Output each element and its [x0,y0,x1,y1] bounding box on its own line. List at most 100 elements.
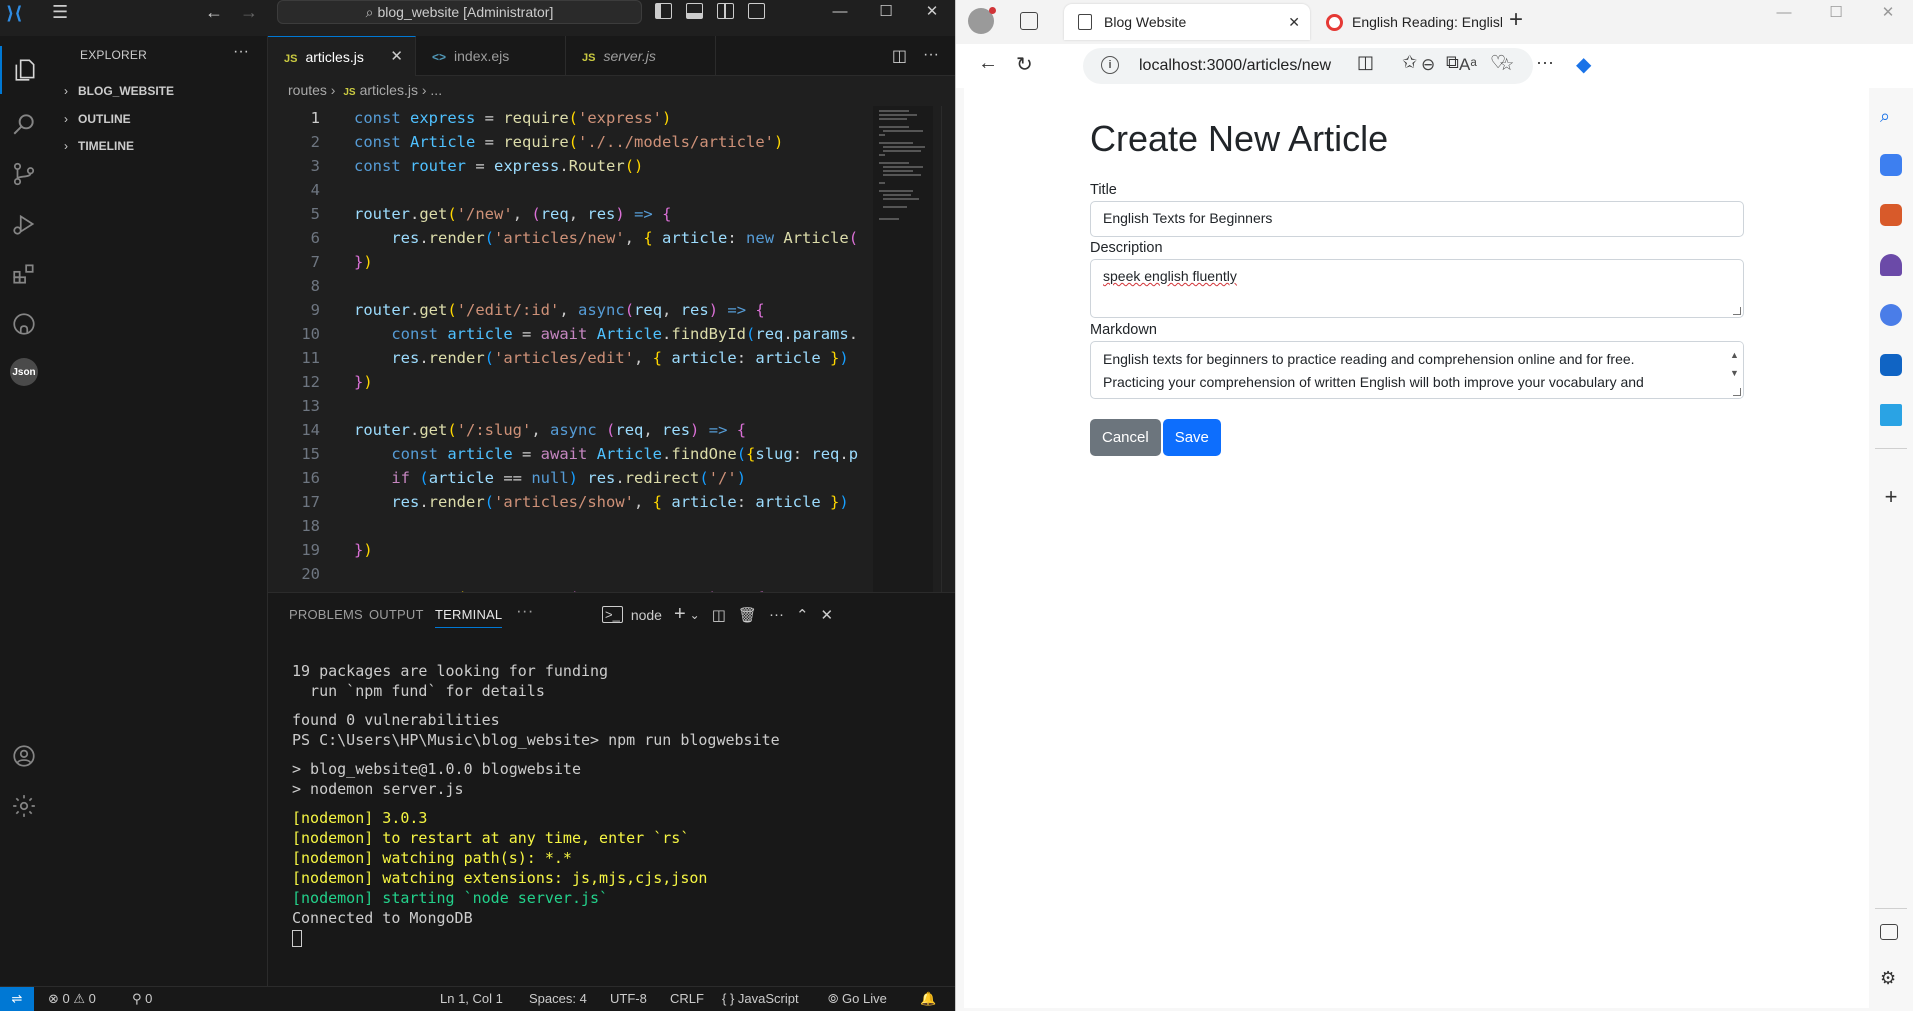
problems-status[interactable]: ⊗ 0 ⚠ 0 [48,987,96,1011]
maximize-icon[interactable]: ☐ [1810,0,1862,30]
forward-arrow-icon[interactable]: → [240,2,258,23]
notifications-bell-icon[interactable]: 🔔 [920,987,936,1011]
tab-articles-js[interactable]: JS articles.js ✕ [268,36,416,76]
chevron-down-icon[interactable]: ⌄ [690,608,700,622]
hide-sidebar-icon[interactable] [1880,924,1898,940]
search-icon[interactable]: ⌕ [1880,106,1902,128]
profile-avatar-icon[interactable] [968,7,996,34]
editor-scrollbar[interactable] [941,106,955,592]
tab-index-ejs[interactable]: <> index.ejs [416,36,566,76]
title-input[interactable]: English Texts for Beginners [1090,201,1744,237]
line-ending[interactable]: CRLF [670,987,704,1011]
drop-icon[interactable] [1880,404,1902,426]
indentation[interactable]: Spaces: 4 [529,987,587,1011]
back-arrow-icon[interactable]: ← [978,52,998,75]
extensions-icon[interactable] [0,250,48,298]
close-window-icon[interactable]: ✕ [909,0,955,26]
split-editor-icon[interactable]: ◫ [892,46,907,66]
favorites-icon[interactable]: ✩ [1402,52,1417,73]
settings-more-icon[interactable]: ··· [1536,52,1554,73]
split-screen-icon[interactable]: ◫ [1357,52,1374,73]
customize-layout-icon[interactable] [748,3,765,19]
markdown-textarea[interactable]: English texts for beginners to practice … [1090,341,1744,399]
close-tab-icon[interactable]: ✕ [390,37,403,77]
trash-icon[interactable]: 🗑 [738,606,757,624]
remote-indicator-icon[interactable]: ⇌ [0,987,34,1011]
explorer-icon[interactable] [0,46,48,94]
more-actions-icon[interactable]: ··· [233,43,249,61]
more-actions-icon[interactable]: ··· [923,46,939,66]
microsoft-365-icon[interactable] [1880,304,1902,326]
tab-problems[interactable]: PROBLEMS [289,607,363,622]
breadcrumb-folder[interactable]: routes [288,82,327,98]
scroll-down-icon[interactable]: ▼ [1730,362,1739,385]
minimize-icon[interactable]: — [1758,0,1810,30]
games-icon[interactable] [1880,254,1902,276]
language-mode[interactable]: { } JavaScript [722,987,799,1011]
terminal-name[interactable]: node [631,607,662,623]
description-textarea[interactable]: speek english fluently [1090,259,1744,318]
tab-terminal[interactable]: TERMINAL [435,607,503,628]
menu-icon[interactable]: ☰ [52,2,68,23]
encoding[interactable]: UTF-8 [610,987,647,1011]
save-button[interactable]: Save [1162,419,1221,456]
resize-handle-icon[interactable] [1733,307,1741,315]
settings-gear-icon[interactable] [0,782,48,830]
code-editor[interactable]: 1 const express = require('express') 2 con… [268,106,873,592]
search-view-icon[interactable] [0,100,48,148]
minimap[interactable] [873,106,933,592]
collections-icon[interactable]: ⧉ [1446,52,1459,73]
source-control-icon[interactable] [0,150,48,198]
new-tab-icon[interactable]: + [1509,6,1523,34]
go-live-button[interactable]: ⦾ Go Live [828,987,887,1011]
explorer-sidebar: EXPLORER ··· › BLOG_WEBSITE › OUTLINE › TIM… [48,36,268,986]
minimize-icon[interactable]: — [817,0,863,26]
maximize-panel-icon[interactable]: ⌃ [796,606,809,624]
more-actions-icon[interactable]: ··· [769,606,784,623]
sidebar-settings-gear-icon[interactable]: ⚙ [1880,968,1902,990]
tools-icon[interactable] [1880,204,1902,226]
tab-server-js[interactable]: JS server.js [566,36,716,76]
tab-output[interactable]: OUTPUT [369,607,424,622]
browser-tab-english-reading[interactable]: English Reading: English Texts fo [1312,4,1502,40]
close-panel-icon[interactable]: ✕ [821,606,834,624]
copilot-icon[interactable]: ◆ [1576,52,1591,77]
outlook-icon[interactable] [1880,354,1902,376]
browser-essentials-icon[interactable]: ♡ [1490,52,1506,73]
breadcrumb-file[interactable]: articles.js [360,82,418,98]
shopping-icon[interactable] [1880,154,1902,176]
resize-handle-icon[interactable] [1733,388,1741,396]
zoom-icon[interactable]: ⊖ [1421,55,1435,75]
section-outline[interactable]: › OUTLINE [64,112,131,126]
browser-tab-blog-website[interactable]: Blog Website ✕ [1064,4,1310,40]
terminal-output[interactable]: 19 packages are looking for funding run … [292,661,780,948]
run-debug-icon[interactable] [0,200,48,248]
breadcrumb-symbol[interactable]: ... [430,82,442,98]
close-window-icon[interactable]: ✕ [1862,0,1913,30]
cursor-position[interactable]: Ln 1, Col 1 [440,987,503,1011]
toggle-sidebar-icon[interactable] [655,3,672,19]
new-terminal-icon[interactable]: + [674,603,686,626]
ports-status[interactable]: ⚲ 0 [132,987,152,1011]
maximize-icon[interactable]: ☐ [863,0,909,26]
address-bar[interactable]: i localhost:3000/articles/new ⊖ Aᵃ ☆ [1083,48,1533,84]
cancel-button[interactable]: Cancel [1090,419,1161,456]
tab-actions-icon[interactable] [1020,12,1038,30]
accounts-icon[interactable] [0,732,48,780]
refresh-icon[interactable]: ↻ [1016,52,1033,77]
section-blog-website[interactable]: › BLOG_WEBSITE [64,84,174,98]
section-timeline[interactable]: › TIMELINE [64,139,134,153]
read-aloud-icon[interactable]: Aᵃ [1459,55,1477,75]
site-info-icon[interactable]: i [1101,56,1119,74]
json-extension-icon[interactable]: Json [0,348,48,396]
add-sidebar-app-icon[interactable]: + [1880,486,1902,508]
github-icon[interactable] [0,300,48,348]
more-panels-icon[interactable]: ··· [516,601,534,621]
toggle-secondary-sidebar-icon[interactable] [717,3,734,19]
split-terminal-icon[interactable]: ◫ [712,606,726,624]
back-arrow-icon[interactable]: ← [205,2,223,23]
address-url[interactable]: localhost:3000/articles/new [1139,57,1331,75]
toggle-panel-icon[interactable] [686,3,703,19]
command-center[interactable]: ⌕ blog_website [Administrator] [277,0,642,24]
close-tab-icon[interactable]: ✕ [1288,4,1300,40]
